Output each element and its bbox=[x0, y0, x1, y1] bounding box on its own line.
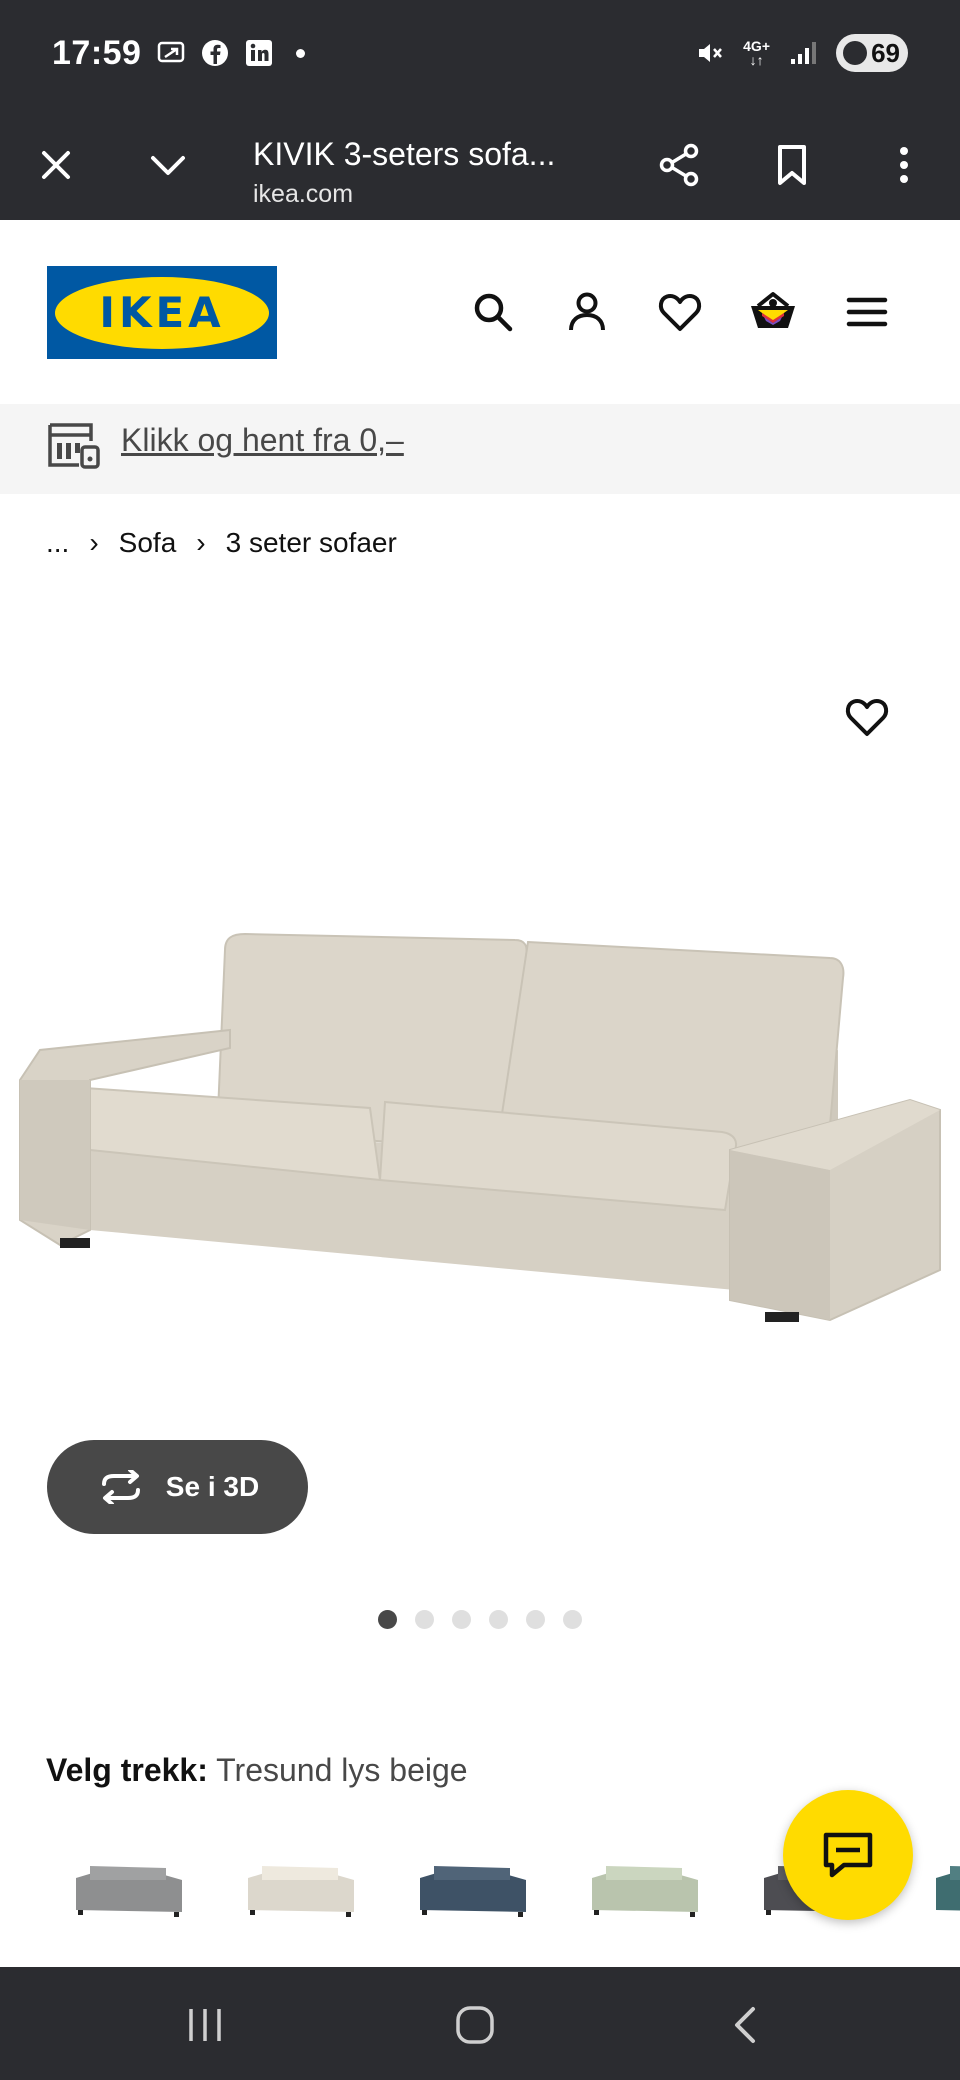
signal-icon bbox=[788, 38, 818, 68]
breadcrumb: ... › Sofa › 3 seter sofaer bbox=[46, 527, 397, 559]
system-navigation-bar bbox=[0, 1967, 960, 2080]
cover-swatch[interactable] bbox=[926, 1850, 960, 1926]
facebook-icon bbox=[200, 38, 230, 68]
product-gallery[interactable]: Se i 3D bbox=[0, 570, 960, 1629]
search-icon[interactable] bbox=[467, 286, 519, 338]
battery-saver-icon bbox=[843, 41, 867, 65]
status-right: 4G+ ↓↑ 69 bbox=[695, 34, 908, 72]
recent-apps-icon[interactable] bbox=[175, 1995, 235, 2055]
chat-icon bbox=[823, 1832, 873, 1878]
add-to-favorites-button[interactable] bbox=[840, 690, 894, 744]
status-time: 17:59 bbox=[52, 34, 142, 72]
browser-toolbar: KIVIK 3-seters sofa... ikea.com bbox=[0, 110, 960, 220]
cover-swatch[interactable] bbox=[66, 1850, 190, 1926]
notification-icons bbox=[156, 38, 305, 68]
menu-icon[interactable] bbox=[841, 286, 893, 338]
see-in-3d-label: Se i 3D bbox=[165, 1471, 260, 1502]
ikea-logo[interactable]: IKEA bbox=[47, 266, 277, 359]
breadcrumb-item-3-seter-sofaer[interactable]: 3 seter sofaer bbox=[226, 527, 397, 559]
cover-swatch[interactable] bbox=[410, 1850, 534, 1926]
page-domain[interactable]: ikea.com bbox=[253, 180, 353, 209]
breadcrumb-item-sofa[interactable]: Sofa bbox=[119, 527, 177, 559]
back-icon[interactable] bbox=[715, 1995, 775, 2055]
share-icon[interactable] bbox=[652, 137, 708, 193]
gallery-dot[interactable] bbox=[563, 1610, 582, 1629]
click-and-collect-banner: Klikk og hent fra 0,– bbox=[0, 404, 960, 494]
see-in-3d-button[interactable]: Se i 3D bbox=[47, 1440, 308, 1534]
page-title[interactable]: KIVIK 3-seters sofa... bbox=[253, 136, 555, 173]
breadcrumb-separator: › bbox=[196, 527, 206, 558]
linkedin-icon bbox=[244, 38, 274, 68]
click-and-collect-link[interactable]: Klikk og hent fra 0,– bbox=[121, 422, 404, 459]
battery-indicator: 69 bbox=[836, 34, 908, 72]
gallery-dot[interactable] bbox=[489, 1610, 508, 1629]
gallery-dot[interactable] bbox=[452, 1610, 471, 1629]
cover-swatch-selected[interactable] bbox=[238, 1850, 362, 1926]
status-bar: 17:59 4G+ ↓↑ 69 bbox=[0, 0, 960, 110]
chevron-down-icon[interactable] bbox=[140, 137, 196, 193]
basket-icon[interactable] bbox=[747, 286, 799, 338]
wishlist-icon[interactable] bbox=[654, 286, 706, 338]
cover-choice-heading: Velg trekk: Tresund lys beige bbox=[46, 1752, 468, 1789]
gallery-dot[interactable] bbox=[415, 1610, 434, 1629]
breadcrumb-separator: › bbox=[89, 527, 99, 558]
gallery-dot[interactable] bbox=[526, 1610, 545, 1629]
gallery-dot[interactable] bbox=[378, 1610, 397, 1629]
home-icon[interactable] bbox=[445, 1995, 505, 2055]
chat-button[interactable] bbox=[783, 1790, 913, 1920]
site-header: IKEA bbox=[0, 220, 960, 404]
store-icon bbox=[47, 421, 101, 471]
cover-choice-label: Velg trekk: bbox=[46, 1752, 208, 1788]
gallery-pagination bbox=[378, 1610, 582, 1629]
product-image[interactable] bbox=[0, 850, 960, 1355]
bookmark-icon[interactable] bbox=[764, 137, 820, 193]
close-icon[interactable] bbox=[28, 137, 84, 193]
cover-choice-value: Tresund lys beige bbox=[216, 1752, 468, 1788]
account-icon[interactable] bbox=[561, 286, 613, 338]
breadcrumb-item-ellipsis[interactable]: ... bbox=[46, 527, 69, 559]
network-type: 4G+ ↓↑ bbox=[743, 38, 770, 68]
more-icon[interactable] bbox=[876, 137, 932, 193]
cover-swatch[interactable] bbox=[582, 1850, 706, 1926]
cast-icon bbox=[156, 38, 186, 68]
mute-icon bbox=[695, 38, 725, 68]
rotate-3d-icon bbox=[101, 1470, 140, 1504]
more-notifications-dot bbox=[296, 48, 305, 58]
heart-icon bbox=[845, 699, 889, 736]
